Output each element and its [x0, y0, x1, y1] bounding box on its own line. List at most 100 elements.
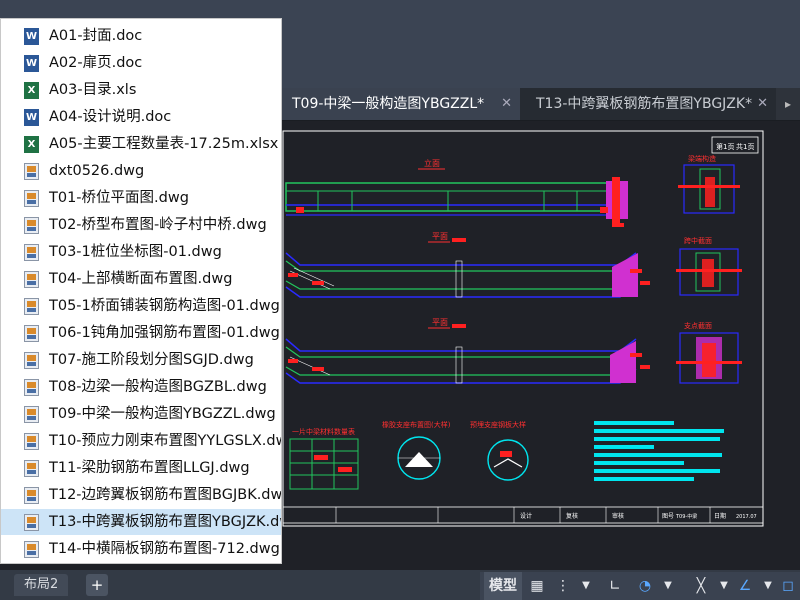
file-list-item[interactable]: X A05-主要工程数量表-17.25m.xlsx [1, 131, 281, 157]
dwg-icon [24, 514, 39, 531]
dwg-icon [24, 217, 39, 234]
excel-icon: X [24, 136, 39, 153]
dwg-icon [24, 379, 39, 396]
dwg-icon [24, 406, 39, 423]
file-name: T07-施工阶段划分图SGJD.dwg [49, 352, 254, 368]
file-list-item[interactable]: T10-预应力刚束布置图YYLGSLX.dwg [1, 428, 282, 454]
dwg-icon [24, 325, 39, 342]
dwg-icon [24, 541, 39, 558]
file-list-item[interactable]: T02-桥型布置图-岭子村中桥.dwg [1, 212, 281, 238]
dwg-icon [24, 244, 39, 261]
file-name: A03-目录.xls [49, 82, 137, 98]
file-list-item[interactable]: W A04-设计说明.doc [1, 104, 281, 130]
file-list-popup: W A01-封面.doc W A02-扉页.doc X A03-目录.xls W A04-设计… [0, 18, 282, 564]
file-name: A01-封面.doc [49, 28, 143, 44]
file-list-item[interactable]: T07-施工阶段划分图SGJD.dwg [1, 347, 281, 373]
file-name: T09-中梁一般构造图YBGZZL.dwg [49, 406, 276, 422]
title-block: 设计 复核 审核 图号 日期 T09-中梁 2017.07 [282, 506, 764, 524]
close-icon[interactable]: ✕ [757, 88, 768, 120]
dwg-icon [24, 163, 39, 180]
notes-block [594, 421, 724, 481]
section-label: 平面 [432, 232, 448, 241]
footer-cell: 复核 [566, 512, 578, 520]
word-icon: W [24, 109, 39, 126]
dwg-icon [24, 433, 39, 450]
file-list-item[interactable]: T14-中横隔板钢筋布置图-712.dwg [1, 536, 281, 562]
plan-view-2: 平面 [285, 318, 650, 384]
file-name: T01-桥位平面图.dwg [49, 190, 189, 206]
file-name: T14-中横隔板钢筋布置图-712.dwg [49, 541, 280, 557]
dwg-icon [24, 271, 39, 288]
file-name: T03-1桩位坐标图-01.dwg [49, 244, 222, 260]
footer-cell: 图号 [662, 513, 674, 520]
file-name: A04-设计说明.doc [49, 109, 172, 125]
detail-title: 跨中截面 [684, 236, 712, 245]
section-label: 平面 [432, 318, 448, 327]
file-name: T12-边跨翼板钢筋布置图BGJBK.dwg [49, 487, 282, 503]
chevron-down-icon[interactable]: ▼ [660, 572, 676, 600]
file-name: T04-上部横断面布置图.dwg [49, 271, 233, 287]
chevron-right-icon: ▸ [784, 97, 792, 111]
file-list-item[interactable]: T12-边跨翼板钢筋布置图BGJBK.dwg [1, 482, 282, 508]
dwg-icon [24, 487, 39, 504]
file-list-item[interactable]: T03-1桩位坐标图-01.dwg [1, 239, 281, 265]
file-list-item[interactable]: T09-中梁一般构造图YBGZZL.dwg [1, 401, 281, 427]
table-title: 橡胶支座布置图(大样) [382, 420, 451, 429]
file-list-item[interactable]: T04-上部横断面布置图.dwg [1, 266, 281, 292]
file-name: dxt0526.dwg [49, 163, 145, 179]
status-bar: 模型 ▦ ⋮ ▼ ∟ ◔ ▼ ╳ ▼ ∠ ▼ ◻ [480, 572, 800, 600]
table-title: 一片中梁材料数量表 [292, 427, 355, 436]
file-list-item[interactable]: W A01-封面.doc [1, 23, 281, 49]
elevation-view: 立面 [285, 158, 628, 227]
polar-icon[interactable]: ◔ [634, 572, 656, 600]
file-name: T08-边梁一般构造图BGZBL.dwg [49, 379, 267, 395]
file-name: A02-扉页.doc [49, 55, 143, 71]
footer-value: T09-中梁 [675, 513, 697, 520]
osnap-icon[interactable]: ╳ [690, 572, 712, 600]
chevron-down-icon[interactable]: ▼ [760, 572, 776, 600]
word-icon: W [24, 28, 39, 45]
tab-overflow-button[interactable]: ▸ [776, 88, 800, 120]
file-name: T13-中跨翼板钢筋布置图YBGJZK.dwg [49, 514, 282, 530]
annotation-icon[interactable]: ◻ [778, 572, 798, 600]
file-name: T02-桥型布置图-岭子村中桥.dwg [49, 217, 267, 233]
footer-cell: 日期 [714, 512, 726, 520]
add-layout-button[interactable]: + [86, 574, 108, 596]
plan-view-1: 平面 [285, 232, 650, 298]
file-list-item[interactable]: T06-1钝角加强钢筋布置图-01.dwg [1, 320, 281, 346]
tab-t09[interactable]: T09-中梁一般构造图YBGZZL* ✕ [282, 88, 520, 120]
ortho-icon[interactable]: ∟ [604, 572, 626, 600]
detail-views: 梁端构造 跨中截面 支点截面 [676, 154, 742, 384]
file-list-item[interactable]: T13-中跨翼板钢筋布置图YBGJZK.dwg [1, 509, 282, 535]
tab-t13[interactable]: T13-中跨翼板钢筋布置图YBGJZK* ✕ [526, 88, 776, 120]
dwg-icon [24, 298, 39, 315]
layout-tab-2[interactable]: 布局2 [14, 574, 69, 596]
table-title: 预埋支座钢板大样 [470, 420, 526, 429]
chevron-down-icon[interactable]: ▼ [716, 572, 732, 600]
word-icon: W [24, 55, 39, 72]
footer-cell: 审核 [612, 512, 624, 520]
file-list-item[interactable]: dxt0526.dwg [1, 158, 281, 184]
lineweight-icon[interactable]: ∠ [734, 572, 756, 600]
page-text: 第1页 [716, 142, 734, 151]
file-name: T06-1钝角加强钢筋布置图-01.dwg [49, 325, 280, 341]
close-icon[interactable]: ✕ [501, 88, 512, 120]
grid-icon[interactable]: ▦ [526, 572, 548, 600]
file-list-item[interactable]: T11-梁肋钢筋布置图LLGJ.dwg [1, 455, 281, 481]
file-list-item[interactable]: T01-桥位平面图.dwg [1, 185, 281, 211]
file-list-item[interactable]: T08-边梁一般构造图BGZBL.dwg [1, 374, 281, 400]
tab-label: T09-中梁一般构造图YBGZZL* [292, 96, 485, 112]
snap-icon[interactable]: ⋮ [552, 572, 574, 600]
file-list-item[interactable]: T05-1桥面铺装钢筋构造图-01.dwg [1, 293, 281, 319]
bottom-tables: 一片中梁材料数量表 橡胶支座布置图(大样) 预埋支座钢板大样 [289, 420, 724, 490]
dwg-icon [24, 460, 39, 477]
file-list-item[interactable]: X A03-目录.xls [1, 77, 281, 103]
file-list-item[interactable]: W A02-扉页.doc [1, 50, 281, 76]
file-name: T10-预应力刚束布置图YYLGSLX.dwg [49, 433, 282, 449]
file-name: A05-主要工程数量表-17.25m.xlsx [49, 136, 279, 152]
section-label: 立面 [424, 158, 440, 168]
excel-icon: X [24, 82, 39, 99]
page-total-text: 共1页 [736, 142, 754, 151]
model-space-button[interactable]: 模型 [484, 572, 522, 600]
chevron-down-icon[interactable]: ▼ [578, 572, 594, 600]
